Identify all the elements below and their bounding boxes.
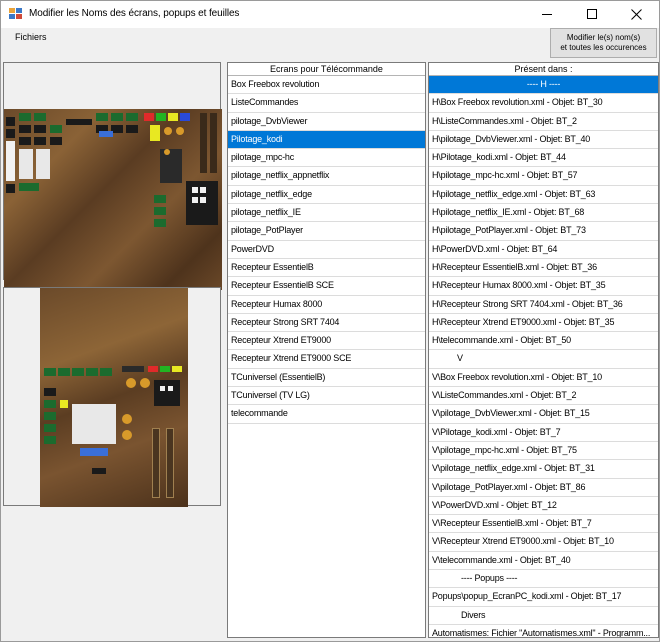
preview-vertical-screen [40,288,188,507]
ecran-list-item[interactable]: TCuniversel (EssentielB) [228,369,425,388]
present-list-item[interactable]: V\ListeCommandes.xml - Objet: BT_2 [429,387,658,406]
ecran-list-item[interactable]: Recepteur Xtrend ET9000 [228,332,425,351]
ecran-list-item[interactable]: pilotage_netflix_edge [228,186,425,205]
ecran-list-item[interactable]: Recepteur Xtrend ET9000 SCE [228,350,425,369]
present-list-item[interactable]: H\pilotage_netflix_IE.xml - Objet: BT_68 [429,204,658,223]
present-list-item[interactable]: H\telecommande.xml - Objet: BT_50 [429,332,658,351]
present-list-item[interactable]: V [429,350,658,369]
maximize-icon [587,9,597,19]
minimize-button[interactable] [524,1,569,28]
present-list-item[interactable]: H\pilotage_DvbViewer.xml - Objet: BT_40 [429,131,658,150]
app-icon [9,8,23,20]
present-list-item[interactable]: V\Recepteur EssentielB.xml - Objet: BT_7 [429,515,658,534]
present-list-item[interactable]: H\PowerDVD.xml - Objet: BT_64 [429,241,658,259]
present-list-item[interactable]: V\pilotage_PotPlayer.xml - Objet: BT_86 [429,479,658,497]
present-list-item[interactable]: Automatismes: Fichier "Automatismes.xml"… [429,625,658,637]
present-list-item[interactable]: ---- H ---- [429,76,658,95]
ecrans-header: Ecrans pour Télécommande [228,63,425,76]
preview-horizontal-screen [4,109,222,290]
ecran-list-item[interactable]: Box Freebox revolution [228,76,425,95]
menu-fichiers[interactable]: Fichiers [15,32,47,42]
present-list-body: ---- H ---- H\Box Freebox revolution.xml … [429,76,658,637]
ecran-list-item[interactable]: pilotage_PotPlayer [228,222,425,241]
present-list-item[interactable]: Divers [429,607,658,625]
present-list-item[interactable]: Popups\popup_EcranPC_kodi.xml - Objet: B… [429,588,658,607]
modify-button-line2: et toutes les occurences [560,43,647,52]
modify-button-line1: Modifier le(s) nom(s) [566,33,641,42]
present-list-item[interactable]: ---- Popups ---- [429,570,658,589]
ecran-list-item[interactable]: telecommande [228,405,425,424]
ecran-list-item[interactable]: Recepteur EssentielB SCE [228,277,425,296]
ecrans-list-body: Box Freebox revolution ListeCommandes pilo… [228,76,425,424]
ecran-list-item[interactable]: Recepteur Humax 8000 [228,296,425,314]
present-list-item[interactable]: H\pilotage_netflix_edge.xml - Objet: BT_… [429,186,658,205]
ecran-list-item[interactable]: pilotage_mpc-hc [228,149,425,168]
present-list-item[interactable]: H\Pilotage_kodi.xml - Objet: BT_44 [429,149,658,168]
ecran-list-item[interactable]: Recepteur EssentielB [228,259,425,278]
minimize-icon [542,14,552,15]
present-list-item[interactable]: H\Recepteur Xtrend ET9000.xml - Objet: B… [429,314,658,333]
close-button[interactable] [614,1,659,28]
present-list-item[interactable]: V\Pilotage_kodi.xml - Objet: BT_7 [429,424,658,442]
preview-vertical [3,287,221,507]
ecran-list-item[interactable]: PowerDVD [228,241,425,259]
present-list-item[interactable]: V\telecommande.xml - Objet: BT_40 [429,552,658,571]
ecrans-listbox[interactable]: Ecrans pour Télécommande Box Freebox rev… [227,62,426,638]
title-bar: Modifier les Noms des écrans, popups et … [1,1,659,28]
present-list-item[interactable]: H\ListeCommandes.xml - Objet: BT_2 [429,113,658,131]
ecran-list-item[interactable]: TCuniversel (TV LG) [228,387,425,406]
present-list-item[interactable]: V\pilotage_netflix_edge.xml - Objet: BT_… [429,460,658,479]
present-list-item[interactable]: H\Box Freebox revolution.xml - Objet: BT… [429,94,658,113]
present-list-item[interactable]: H\pilotage_mpc-hc.xml - Objet: BT_57 [429,167,658,186]
main-window: Modifier les Noms des écrans, popups et … [0,0,660,642]
present-list-item[interactable]: V\pilotage_DvbViewer.xml - Objet: BT_15 [429,405,658,424]
close-icon [631,9,642,20]
ecran-list-item[interactable]: pilotage_netflix_IE [228,204,425,223]
ecran-list-item[interactable]: ListeCommandes [228,94,425,113]
present-list-item[interactable]: V\Box Freebox revolution.xml - Objet: BT… [429,369,658,388]
present-list-item[interactable]: V\PowerDVD.xml - Objet: BT_12 [429,497,658,516]
ecran-list-item[interactable]: Recepteur Strong SRT 7404 [228,314,425,333]
ecran-list-item[interactable]: pilotage_netflix_appnetflix [228,167,425,186]
ecran-list-item[interactable]: Pilotage_kodi [228,130,425,150]
preview-horizontal [3,62,222,290]
ecran-list-item[interactable]: pilotage_DvbViewer [228,113,425,131]
present-listbox[interactable]: Présent dans : ---- H ---- H\Box Freebox … [428,62,659,638]
window-title: Modifier les Noms des écrans, popups et … [29,8,240,19]
present-list-item[interactable]: H\Recepteur Strong SRT 7404.xml - Objet:… [429,296,658,314]
present-header: Présent dans : [429,63,658,76]
present-list-item[interactable]: V\Recepteur Xtrend ET9000.xml - Objet: B… [429,533,658,552]
present-list-item[interactable]: V\pilotage_mpc-hc.xml - Objet: BT_75 [429,442,658,461]
modify-names-button[interactable]: Modifier le(s) nom(s) et toutes les occu… [550,28,657,58]
present-list-item[interactable]: H\pilotage_PotPlayer.xml - Objet: BT_73 [429,222,658,241]
present-list-item[interactable]: H\Recepteur EssentielB.xml - Objet: BT_3… [429,259,658,278]
present-list-item[interactable]: H\Recepteur Humax 8000.xml - Objet: BT_3… [429,277,658,296]
maximize-button[interactable] [569,1,614,28]
